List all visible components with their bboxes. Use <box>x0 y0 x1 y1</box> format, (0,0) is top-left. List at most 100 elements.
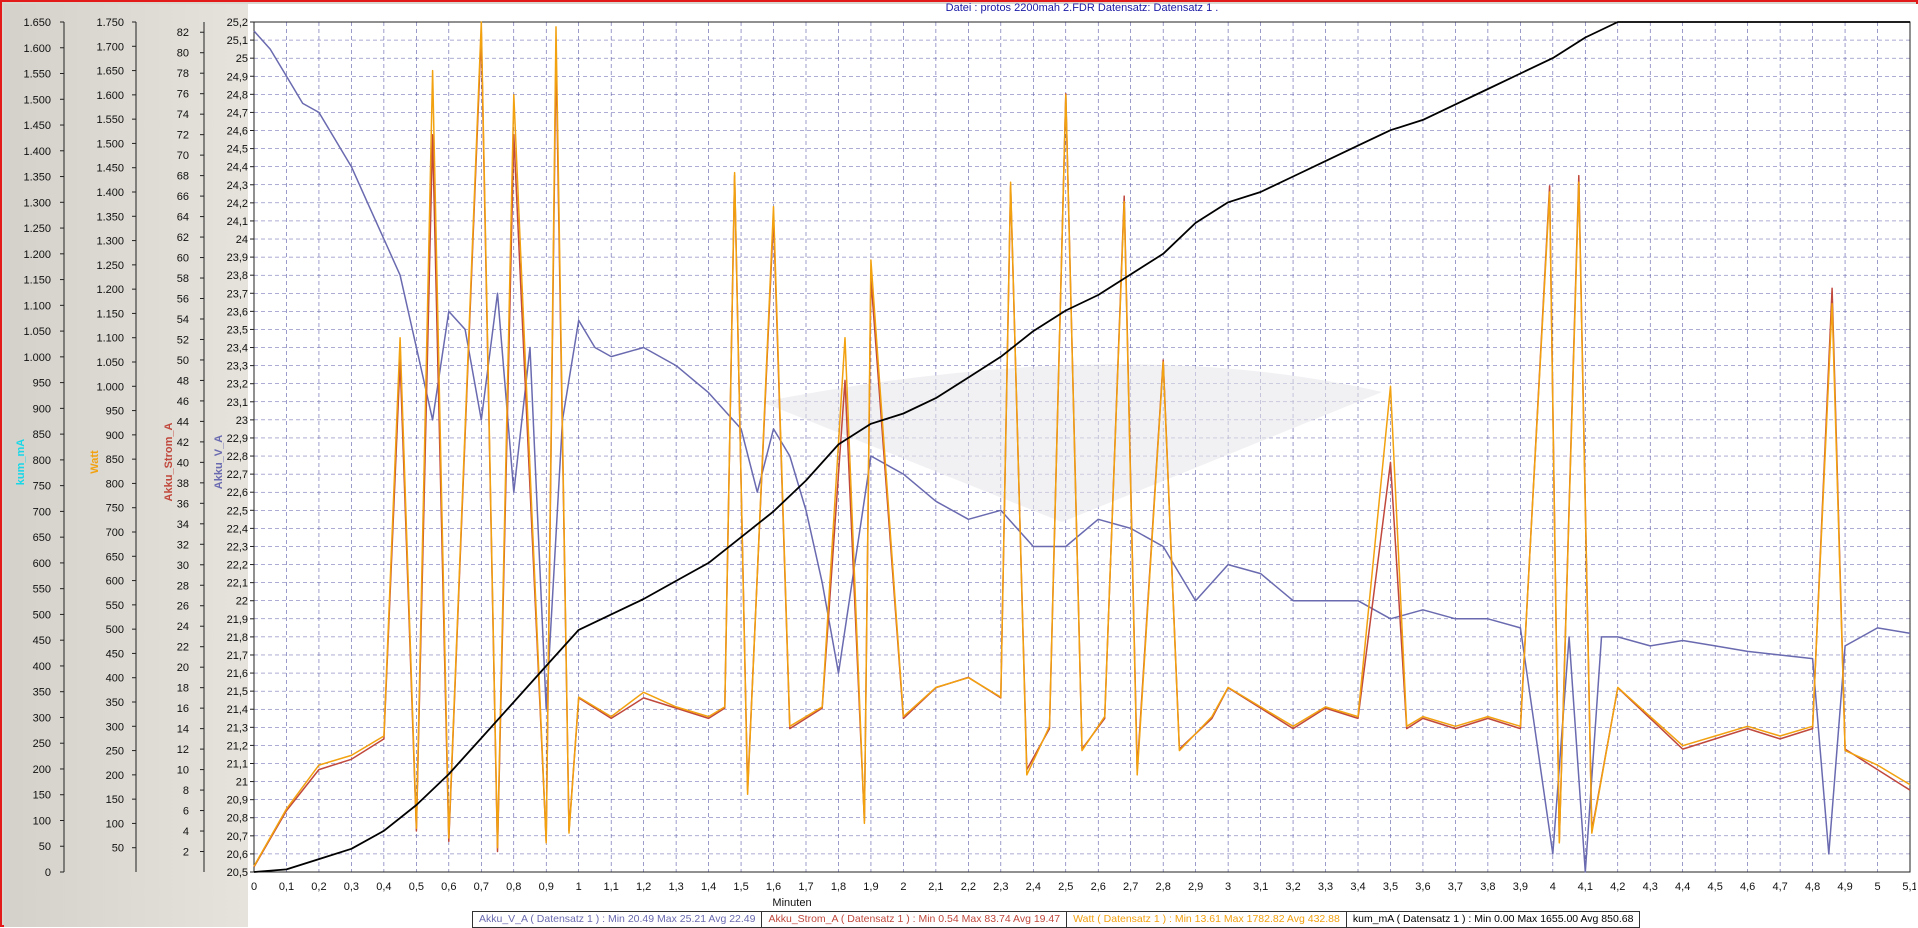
y-tick-label: 1.000 <box>96 381 124 393</box>
y-tick-label: 24,7 <box>227 107 248 119</box>
y-tick-label: 23,7 <box>227 288 248 300</box>
y-tick-label: 250 <box>33 738 51 750</box>
y-tick-label: 21 <box>236 777 248 789</box>
y-tick-label: 56 <box>177 294 189 306</box>
y-tick-label: 50 <box>112 843 124 855</box>
y-tick-label: 850 <box>106 454 124 466</box>
y-tick-label: 1.100 <box>23 300 51 312</box>
x-tick-label: 3,2 <box>1285 881 1300 893</box>
x-tick-label: 0,1 <box>279 881 294 893</box>
y-tick-label: 100 <box>106 818 124 830</box>
y-axis-title: Akku_V_A <box>213 435 225 489</box>
y-tick-label: 23,3 <box>227 361 248 373</box>
y-tick-label: 350 <box>33 687 51 699</box>
y-tick-label: 20,8 <box>227 813 248 825</box>
y-tick-label: 26 <box>177 601 189 613</box>
y-tick-label: 1.050 <box>96 357 124 369</box>
legend-entry: kum_mA ( Datensatz 1 ) : Min 0.00 Max 16… <box>1352 913 1634 925</box>
y-tick-label: 66 <box>177 191 189 203</box>
y-tick-label: 1.350 <box>96 211 124 223</box>
y-tick-label: 750 <box>106 503 124 515</box>
y-tick-label: 550 <box>33 584 51 596</box>
x-tick-label: 4,5 <box>1708 881 1723 893</box>
y-tick-label: 24,9 <box>227 71 248 83</box>
y-tick-label: 21,5 <box>227 686 248 698</box>
y-tick-label: 32 <box>177 539 189 551</box>
y-tick-label: 23,6 <box>227 306 248 318</box>
y-tick-label: 22 <box>177 642 189 654</box>
y-tick-label: 250 <box>106 746 124 758</box>
legend-entry: Akku_Strom_A ( Datensatz 1 ) : Min 0.54 … <box>762 912 1068 927</box>
x-tick-label: 0 <box>251 881 257 893</box>
y-tick-label: 22,5 <box>227 505 248 517</box>
legend-entry: Watt ( Datensatz 1 ) : Min 13.61 Max 178… <box>1067 912 1347 927</box>
y-tick-label: 21,1 <box>227 758 248 770</box>
y-tick-label: 1.550 <box>23 69 51 81</box>
y-tick-label: 25,2 <box>227 17 248 29</box>
y-tick-label: 1.200 <box>96 284 124 296</box>
x-tick-label: 4,9 <box>1837 881 1852 893</box>
y-tick-label: 48 <box>177 375 189 387</box>
y-tick-label: 24,1 <box>227 216 248 228</box>
y-tick-label: 18 <box>177 683 189 695</box>
y-tick-label: 24,8 <box>227 89 248 101</box>
y-tick-label: 44 <box>177 416 189 428</box>
legend-entry: Akku_V_A ( Datensatz 1 ) : Min 20.49 Max… <box>473 912 763 927</box>
x-tick-label: 0,9 <box>539 881 554 893</box>
y-tick-label: 400 <box>33 661 51 673</box>
y-tick-label: 1.750 <box>96 17 124 29</box>
y-tick-label: 400 <box>106 673 124 685</box>
x-tick-label: 2,7 <box>1123 881 1138 893</box>
x-tick-label: 1,4 <box>701 881 716 893</box>
x-tick-label: 1,8 <box>831 881 846 893</box>
y-tick-label: 1.250 <box>23 223 51 235</box>
y-tick-label: 1.150 <box>96 308 124 320</box>
y-tick-label: 450 <box>33 635 51 647</box>
y-tick-label: 24,5 <box>227 144 248 156</box>
y-tick-label: 100 <box>33 815 51 827</box>
y-tick-label: 23,9 <box>227 252 248 264</box>
y-tick-label: 24 <box>177 621 189 633</box>
y-tick-label: 1.500 <box>23 94 51 106</box>
x-tick-label: 2,6 <box>1091 881 1106 893</box>
y-tick-label: 20,5 <box>227 867 248 879</box>
y-tick-label: 1.450 <box>23 120 51 132</box>
y-tick-label: 40 <box>177 457 189 469</box>
x-tick-label: 5,1 <box>1902 881 1916 893</box>
x-tick-label: 3 <box>1225 881 1231 893</box>
y-tick-label: 200 <box>106 770 124 782</box>
y-tick-label: 22 <box>236 596 248 608</box>
y-tick-label: 16 <box>177 703 189 715</box>
y-tick-label: 28 <box>177 580 189 592</box>
y-tick-label: 450 <box>106 648 124 660</box>
x-tick-label: 4,3 <box>1643 881 1658 893</box>
x-tick-label: 3,6 <box>1415 881 1430 893</box>
y-tick-label: 1.700 <box>96 41 124 53</box>
y-tick-label: 1.600 <box>23 43 51 55</box>
y-tick-label: 20,7 <box>227 831 248 843</box>
x-tick-label: 4,4 <box>1675 881 1690 893</box>
x-tick-label: 0,7 <box>474 881 489 893</box>
y-tick-label: 52 <box>177 334 189 346</box>
y-tick-label: 54 <box>177 314 189 326</box>
y-tick-label: 22,9 <box>227 433 248 445</box>
x-tick-label: 4,7 <box>1772 881 1787 893</box>
x-tick-label: 2,8 <box>1156 881 1171 893</box>
y-tick-label: 1.550 <box>96 114 124 126</box>
x-axis-label: Minuten <box>772 897 811 909</box>
x-tick-label: 2,3 <box>993 881 1008 893</box>
watermark-logo <box>762 364 1382 522</box>
chart-svg: 0 0,1 0,2 0,3 0,4 0,5 0,6 0,7 0,8 0,9 1 1,1 1,2 1,3 1,… <box>15 17 1916 909</box>
y-tick-label: 200 <box>33 764 51 776</box>
y-tick-label: 500 <box>33 609 51 621</box>
x-tick-label: 3,8 <box>1480 881 1495 893</box>
y-tick-label: 21,6 <box>227 668 248 680</box>
y-tick-label: 21,8 <box>227 632 248 644</box>
x-tick-label: 3,1 <box>1253 881 1268 893</box>
y-tick-label: 30 <box>177 560 189 572</box>
y-tick-label: 80 <box>177 48 189 60</box>
y-tick-label: 750 <box>33 481 51 493</box>
x-tick-label: 0,5 <box>409 881 424 893</box>
y-tick-label: 62 <box>177 232 189 244</box>
y-tick-label: 1.300 <box>96 236 124 248</box>
